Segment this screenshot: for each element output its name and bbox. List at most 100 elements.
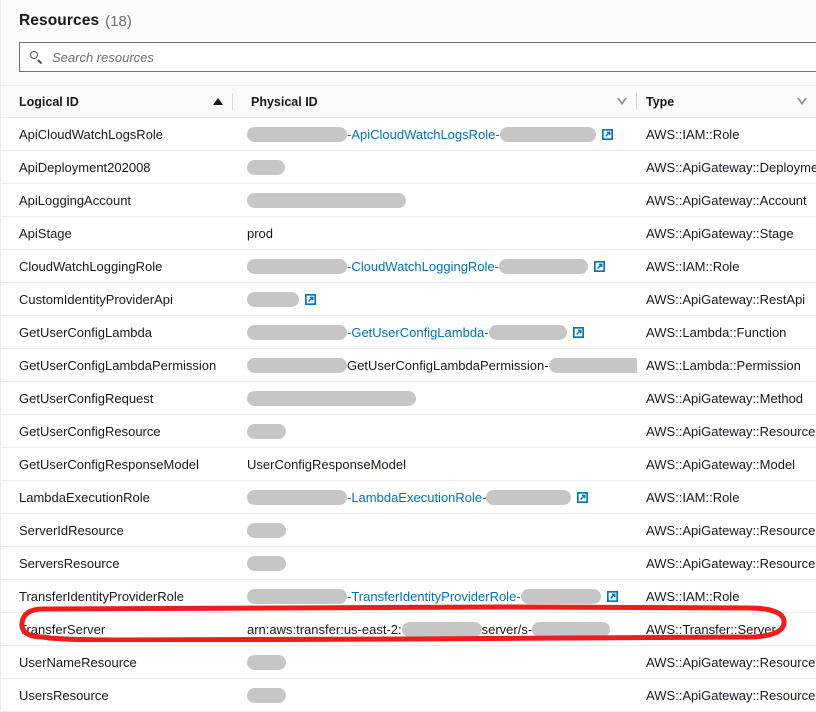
external-link-icon[interactable] — [305, 293, 316, 305]
sort-ascending-icon[interactable] — [213, 98, 223, 105]
cell-logical-id: TransferServer — [1, 612, 233, 646]
cell-logical-id: GetUserConfigLambda — [1, 315, 233, 349]
table-row[interactable]: TransferServer arn:aws:transfer:us-east-2… — [1, 612, 816, 646]
cell-logical-id: UsersResource — [1, 678, 233, 712]
redacted-value — [548, 357, 637, 373]
search-icon — [30, 50, 43, 64]
column-header-logical-id[interactable]: Logical ID — [1, 85, 233, 118]
cell-type: AWS::ApiGateway::Resource — [637, 678, 816, 712]
redacted-value — [486, 489, 572, 505]
redacted-value — [532, 621, 611, 637]
physical-id-link[interactable]: -CloudWatchLoggingRole- — [347, 259, 499, 274]
table-row[interactable]: GetUserConfigRequest AWS::ApiGateway::Met… — [1, 381, 816, 415]
table-row[interactable]: ApiCloudWatchLogsRole -ApiCloudWatchLogsR… — [1, 117, 816, 151]
cell-type: AWS::ApiGateway::Method — [637, 381, 816, 415]
cell-type: AWS::IAM::Role — [637, 117, 816, 151]
redacted-value — [401, 621, 482, 637]
table-row[interactable]: CustomIdentityProviderApi AWS::ApiGateway… — [1, 282, 816, 316]
page-title: Resources — [19, 12, 100, 29]
cell-logical-id: GetUserConfigResponseModel — [1, 447, 233, 481]
cell-logical-id: ApiCloudWatchLogsRole — [1, 117, 233, 151]
cell-logical-id: GetUserConfigLambdaPermission — [1, 348, 233, 382]
search-input[interactable]: Search resources — [19, 42, 816, 72]
table-header: Logical ID Physical ID Type — [1, 85, 816, 118]
cell-physical-id: -ApiCloudWatchLogsRole- — [233, 117, 637, 151]
cell-logical-id: CustomIdentityProviderApi — [1, 282, 233, 316]
physical-id-text: arn:aws:transfer:us-east-2: — [247, 621, 402, 637]
cell-physical-id: prod — [233, 216, 637, 250]
cell-physical-id — [233, 282, 637, 316]
redacted-value — [247, 324, 347, 340]
cell-type: AWS::ApiGateway::Resource — [637, 414, 816, 448]
table-row[interactable]: GetUserConfigLambdaPermission GetUserConf… — [1, 348, 816, 382]
cell-type: AWS::IAM::Role — [637, 480, 816, 514]
cell-type: AWS::Lambda::Permission — [637, 348, 816, 382]
cell-type: AWS::ApiGateway::Resource — [637, 645, 816, 679]
table-row[interactable]: GetUserConfigResource AWS::ApiGateway::Re… — [1, 414, 816, 448]
external-link-icon[interactable] — [601, 128, 613, 140]
table-row[interactable]: ServersResource AWS::ApiGateway::Resource — [1, 546, 816, 580]
redacted-value — [247, 423, 286, 439]
cell-type: AWS::Lambda::Function — [637, 315, 816, 349]
cell-type: AWS::ApiGateway::Model — [637, 447, 816, 481]
table-row[interactable]: UsersResource AWS::ApiGateway::Resource — [1, 678, 816, 712]
table-header-row: Logical ID Physical ID Type — [1, 85, 816, 118]
cell-type: AWS::ApiGateway::Resource — [637, 546, 816, 580]
physical-id-link[interactable]: -GetUserConfigLambda- — [347, 325, 489, 340]
panel-header: Resources (18) — [1, 0, 816, 42]
physical-id-text: GetUserConfigLambdaPermission- — [347, 357, 549, 373]
redacted-value — [247, 390, 416, 406]
cell-logical-id: ServerIdResource — [1, 513, 233, 547]
cell-type: AWS::ApiGateway::Account — [637, 183, 816, 217]
external-link-icon[interactable] — [594, 260, 605, 272]
table-row[interactable]: UserNameResource AWS::ApiGateway::Resourc… — [1, 645, 816, 679]
table-row[interactable]: ApiDeployment202008 AWS::ApiGateway::Depl… — [1, 150, 816, 184]
external-link-icon[interactable] — [572, 326, 584, 338]
table-row[interactable]: TransferIdentityProviderRole -TransferIde… — [1, 579, 816, 613]
cell-physical-id — [233, 513, 637, 547]
column-header-physical-id[interactable]: Physical ID — [233, 85, 637, 118]
cell-physical-id: -TransferIdentityProviderRole- — [233, 579, 637, 613]
cell-logical-id: GetUserConfigResource — [1, 414, 233, 448]
cell-logical-id: LambdaExecutionRole — [1, 480, 233, 514]
redacted-value — [247, 192, 406, 208]
search-placeholder: Search resources — [52, 49, 154, 65]
cell-physical-id — [233, 150, 637, 184]
sort-none-icon[interactable] — [617, 98, 627, 105]
external-link-icon[interactable] — [606, 590, 618, 602]
table-row[interactable]: CloudWatchLoggingRole -CloudWatchLoggingR… — [1, 249, 816, 283]
physical-id-text: prod — [247, 225, 274, 241]
physical-id-link[interactable]: -TransferIdentityProviderRole- — [347, 589, 521, 604]
external-link-icon[interactable] — [577, 491, 589, 503]
resource-count: (18) — [105, 12, 132, 30]
cell-type: AWS::ApiGateway::Deployment — [637, 150, 816, 184]
column-header-type[interactable]: Type — [637, 85, 816, 118]
sort-none-icon[interactable] — [797, 98, 807, 105]
column-header-physical-id-label: Physical ID — [251, 94, 318, 109]
cell-physical-id — [233, 645, 637, 679]
cell-logical-id: UserNameResource — [1, 645, 233, 679]
column-header-logical-id-label: Logical ID — [19, 94, 79, 109]
cell-physical-id: GetUserConfigLambdaPermission- — [233, 348, 637, 382]
physical-id-link[interactable]: -ApiCloudWatchLogsRole- — [347, 127, 500, 142]
cell-physical-id: -GetUserConfigLambda- — [233, 315, 637, 349]
table-row[interactable]: GetUserConfigResponseModel UserConfigResp… — [1, 447, 816, 481]
table-row[interactable]: ApiStage prod AWS::ApiGateway::Stage — [1, 216, 816, 250]
cell-logical-id: ApiDeployment202008 — [1, 150, 233, 184]
redacted-value — [247, 588, 347, 604]
table-row[interactable]: ApiLoggingAccount AWS::ApiGateway::Accoun… — [1, 183, 816, 217]
cell-physical-id: -LambdaExecutionRole- — [233, 480, 637, 514]
table-row[interactable]: ServerIdResource AWS::ApiGateway::Resourc… — [1, 513, 816, 547]
cell-physical-id — [233, 546, 637, 580]
redacted-value — [247, 522, 286, 538]
cell-type: AWS::Transfer::Server — [637, 612, 816, 646]
physical-id-text: UserConfigResponseModel — [247, 456, 406, 472]
table-row[interactable]: GetUserConfigLambda -GetUserConfigLambda-… — [1, 315, 816, 349]
redacted-value — [499, 126, 596, 142]
column-header-type-label: Type — [646, 94, 675, 109]
table-row[interactable]: LambdaExecutionRole -LambdaExecutionRole-… — [1, 480, 816, 514]
physical-id-link[interactable]: -LambdaExecutionRole- — [347, 490, 486, 505]
cell-type: AWS::IAM::Role — [637, 249, 816, 283]
redacted-value — [247, 258, 347, 274]
cell-physical-id — [233, 381, 637, 415]
